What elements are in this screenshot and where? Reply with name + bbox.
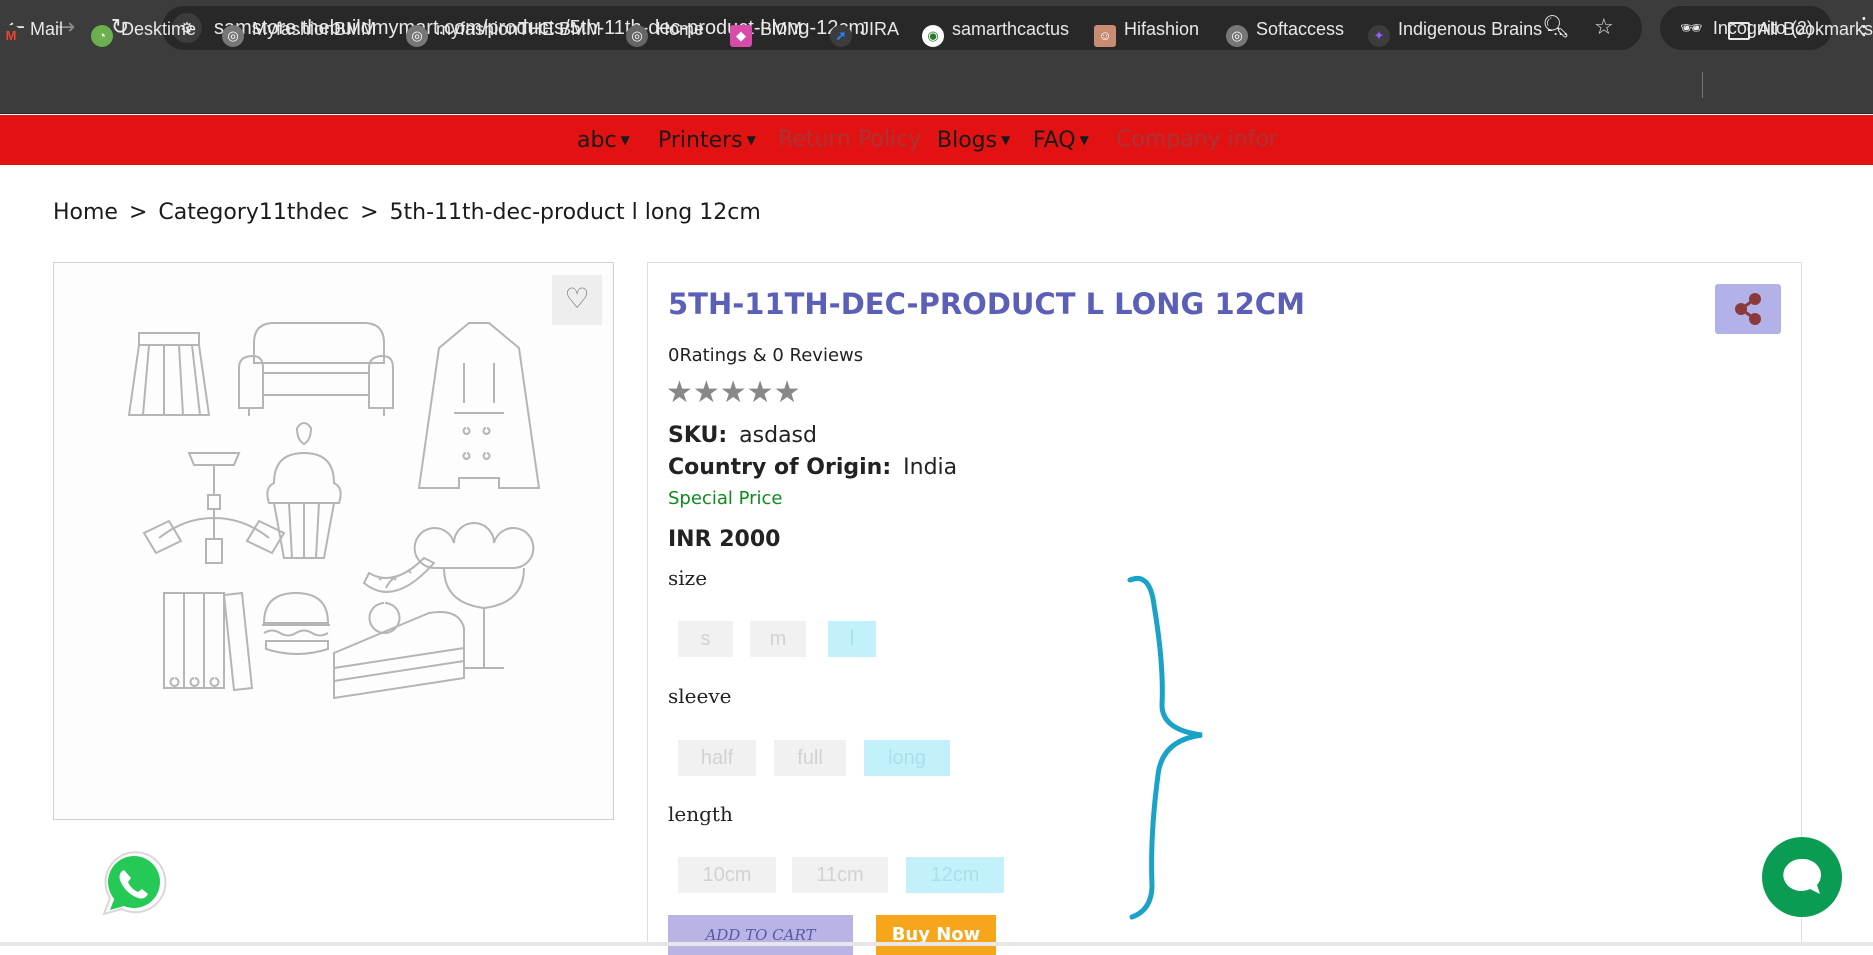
caret-down-icon: ▼ (1001, 133, 1011, 147)
gmail-icon: M (0, 25, 22, 47)
all-bookmarks[interactable]: All Bookmarks (1728, 16, 1873, 42)
sku-label: SKU: (668, 423, 728, 448)
origin-label: Country of Origin: (668, 455, 892, 480)
size-option-s[interactable]: s (678, 621, 733, 657)
nav-abc[interactable]: abc ▼ (577, 115, 630, 166)
globe-icon: ◎ (222, 25, 244, 47)
sku-line: SKU: asdasd (668, 423, 817, 448)
caret-down-icon: ▼ (1079, 133, 1089, 147)
sleeve-label: sleeve (668, 684, 732, 708)
globe-icon: ◎ (626, 25, 648, 47)
product-price: INR 2000 (668, 527, 781, 552)
sleeve-option-long[interactable]: long (864, 740, 950, 776)
origin-value: India (903, 455, 958, 480)
bookmark-softaccess[interactable]: ◎ Softaccess (1226, 16, 1344, 47)
bookmarks-separator (1702, 72, 1703, 98)
nav-blogs[interactable]: Blogs ▼ (937, 115, 1010, 166)
breadcrumb-separator: > (128, 200, 148, 225)
bookmark-desktime[interactable]: ◔ Desktime (91, 16, 196, 47)
bookmarks-bar (0, 56, 1873, 114)
sleeve-option-full[interactable]: full (774, 740, 846, 776)
bookmark-samarthcactus[interactable]: ◉ samarthcactus (922, 16, 1069, 47)
sku-value: asdasd (739, 423, 817, 448)
nav-return-policy[interactable]: Return Policy (778, 115, 921, 165)
caret-down-icon: ▼ (746, 133, 756, 147)
product-details-panel: 5TH-11TH-DEC-PRODUCT L LONG 12CM 0Rating… (647, 262, 1802, 955)
site-navbar: abc ▼ Printers ▼ Return Policy Blogs ▼ FAQ ▼… (0, 115, 1873, 165)
length-option-10cm[interactable]: 10cm (678, 857, 776, 893)
product-image[interactable]: ♡ (53, 262, 614, 820)
breadcrumb-separator: > (360, 200, 379, 225)
globe-icon: ◎ (1226, 25, 1248, 47)
globe-icon: ◎ (406, 25, 428, 47)
chat-widget-button[interactable] (1762, 837, 1842, 917)
breadcrumb-home[interactable]: Home (53, 200, 118, 225)
brace-annotation (1127, 576, 1203, 920)
cactus-icon: ◉ (922, 25, 944, 47)
nav-printers[interactable]: Printers ▼ (658, 115, 756, 166)
whatsapp-button[interactable] (96, 848, 168, 920)
chat-bubble-icon (1783, 858, 1821, 894)
bookmark-myfashion-the-bmm[interactable]: ◎ myfashionTHE BMM (406, 16, 601, 47)
origin-line: Country of Origin: India (668, 455, 957, 480)
length-option-11cm[interactable]: 11cm (792, 857, 888, 893)
page-bottom-edge (0, 942, 1873, 946)
nav-company-infor[interactable]: Company infor (1116, 115, 1278, 165)
special-price-label: Special Price (668, 488, 783, 509)
bookmark-mail[interactable]: M Mail (0, 16, 63, 47)
hifashion-icon: ☺ (1094, 25, 1116, 47)
product-title: 5TH-11TH-DEC-PRODUCT L LONG 12CM (668, 287, 1305, 321)
size-option-m[interactable]: m (750, 621, 806, 657)
size-label: size (668, 566, 708, 590)
caret-down-icon: ▼ (620, 133, 630, 147)
size-option-l[interactable]: l (828, 621, 876, 657)
ratings-summary: 0Ratings & 0 Reviews (668, 345, 864, 366)
length-label: length (668, 802, 733, 826)
wishlist-heart-icon[interactable]: ♡ (552, 275, 602, 325)
bookmark-myfashionbmm[interactable]: ◎ MyfashionBMM (222, 16, 376, 47)
length-option-12cm[interactable]: 12cm (906, 857, 1004, 893)
rating-stars[interactable]: ★★★★★ (666, 375, 800, 410)
jira-icon: ➚ (830, 25, 852, 47)
breadcrumb-current: 5th-11th-dec-product l long 12cm (389, 200, 761, 225)
breadcrumb-category[interactable]: Category11thdec (158, 200, 349, 225)
nav-faq[interactable]: FAQ ▼ (1033, 115, 1089, 166)
bookmark-hifashion[interactable]: ☺ Hifashion (1094, 16, 1199, 47)
product-placeholder-illustration (127, 322, 541, 700)
add-to-cart-button[interactable]: ADD TO CART (668, 915, 853, 955)
bookmark-jira[interactable]: ➚ JIRA (830, 16, 899, 47)
buy-now-button[interactable]: Buy Now (876, 915, 996, 955)
whatsapp-icon (102, 851, 167, 916)
desktime-icon: ◔ (91, 25, 113, 47)
indigenous-brains-icon: ✦ (1368, 25, 1390, 47)
bookmark-bmm[interactable]: ◆ BMM (730, 16, 802, 47)
bmm-icon: ◆ (730, 25, 752, 47)
bookmark-home[interactable]: ◎ Home (626, 16, 704, 47)
folder-icon (1728, 22, 1750, 40)
share-button[interactable] (1715, 284, 1781, 334)
incognito-icon: 🕶︎ (1680, 18, 1703, 38)
bookmark-indigenous-brains[interactable]: ✦ Indigenous Brains -... (1368, 16, 1568, 47)
sleeve-option-half[interactable]: half (678, 740, 756, 776)
bookmark-star-icon[interactable]: ☆ (1594, 14, 1614, 42)
share-icon (1735, 293, 1761, 325)
breadcrumb: Home > Category11thdec > 5th-11th-dec-pr… (53, 200, 765, 225)
